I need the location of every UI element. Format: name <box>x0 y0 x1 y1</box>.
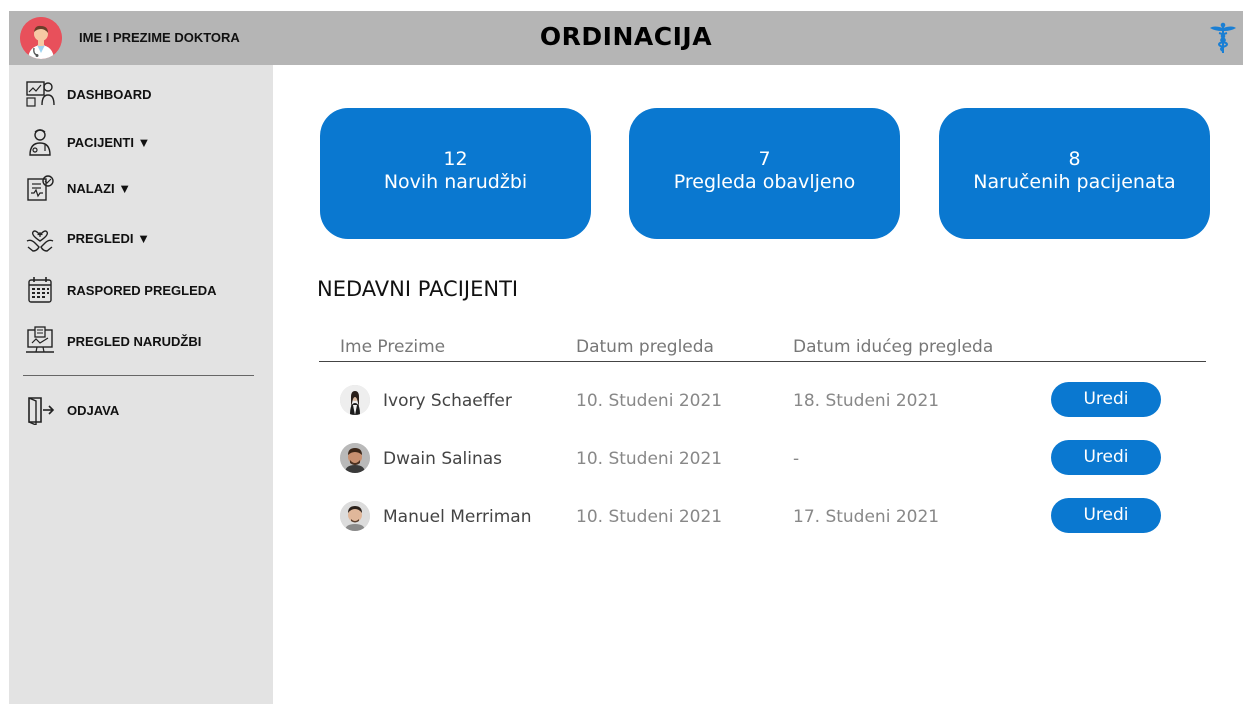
sidebar-item-label: RASPORED PREGLEDA <box>67 282 217 298</box>
examinations-icon <box>26 230 54 252</box>
column-header-next-exam-date: Datum idućeg pregleda <box>793 337 994 357</box>
sidebar-divider <box>23 375 254 376</box>
next-exam-date: - <box>793 449 800 469</box>
patient-name: Ivory Schaeffer <box>383 391 512 411</box>
stat-value: 12 <box>443 148 468 170</box>
sidebar-item-patients[interactable]: PACIJENTI ▼ <box>25 127 150 157</box>
sidebar-item-label: PACIJENTI ▼ <box>67 134 151 150</box>
sidebar-item-findings[interactable]: NALAZI ▼ <box>25 173 131 203</box>
sidebar-item-label: PREGLEDI ▼ <box>67 230 150 246</box>
top-header: IME I PREZIME DOKTORA ORDINACIJA <box>9 11 1243 65</box>
exam-date: 10. Studeni 2021 <box>576 449 723 469</box>
sidebar-item-orders[interactable]: PREGLED NARUDŽBI <box>25 326 201 356</box>
calendar-icon <box>28 277 52 303</box>
orders-icon <box>26 326 54 353</box>
table-row: Dwain Salinas 10. Studeni 2021 - Uredi <box>9 438 1243 478</box>
edit-button[interactable]: Uredi <box>1051 382 1161 417</box>
sidebar-item-label: NALAZI ▼ <box>67 180 132 196</box>
edit-button[interactable]: Uredi <box>1051 498 1161 533</box>
next-exam-date: 17. Studeni 2021 <box>793 507 940 527</box>
table-row: Ivory Schaeffer 10. Studeni 2021 18. Stu… <box>9 380 1243 420</box>
stat-label: Naručenih pacijenata <box>973 171 1176 193</box>
app-title: ORDINACIJA <box>539 22 713 51</box>
patient-photo-icon <box>340 501 370 531</box>
table-row: Manuel Merriman 10. Studeni 2021 17. Stu… <box>9 496 1243 536</box>
app-frame: IME I PREZIME DOKTORA ORDINACIJA DASHBOA… <box>9 11 1243 704</box>
edit-button[interactable]: Uredi <box>1051 440 1161 475</box>
caduceus-icon <box>1210 22 1236 53</box>
exam-date: 10. Studeni 2021 <box>576 391 723 411</box>
stat-value: 8 <box>1068 148 1081 170</box>
table-header-rule <box>319 361 1206 362</box>
dashboard-icon <box>26 81 55 107</box>
patient-name: Dwain Salinas <box>383 449 503 469</box>
sidebar-item-dashboard[interactable]: DASHBOARD <box>25 79 152 109</box>
patient-photo-icon <box>340 385 370 415</box>
patient-photo-icon <box>340 443 370 473</box>
next-exam-date: 18. Studeni 2021 <box>793 391 940 411</box>
patient-name: Manuel Merriman <box>383 507 532 527</box>
stat-card-booked-patients[interactable]: 8 Naručenih pacijenata <box>939 108 1210 239</box>
column-header-name: Ime Prezime <box>340 337 446 357</box>
sidebar-item-schedule[interactable]: RASPORED PREGLEDA <box>25 275 217 305</box>
stat-label: Novih narudžbi <box>383 171 528 193</box>
exam-date: 10. Studeni 2021 <box>576 507 723 527</box>
patient-avatar <box>340 443 370 473</box>
patient-icon <box>29 129 51 156</box>
stat-card-exams-done[interactable]: 7 Pregleda obavljeno <box>629 108 900 239</box>
sidebar-item-examinations[interactable]: PREGLEDI ▼ <box>25 223 150 253</box>
section-title-recent-patients: NEDAVNI PACIJENTI <box>317 277 519 301</box>
sidebar-item-label: DASHBOARD <box>67 86 152 102</box>
stat-value: 7 <box>758 148 771 170</box>
patient-avatar <box>340 385 370 415</box>
stat-card-new-orders[interactable]: 12 Novih narudžbi <box>320 108 591 239</box>
findings-icon <box>27 175 54 201</box>
stat-label: Pregleda obavljeno <box>673 171 856 193</box>
column-header-exam-date: Datum pregleda <box>576 337 714 357</box>
patient-avatar <box>340 501 370 531</box>
sidebar-item-label: PREGLED NARUDŽBI <box>67 333 202 349</box>
